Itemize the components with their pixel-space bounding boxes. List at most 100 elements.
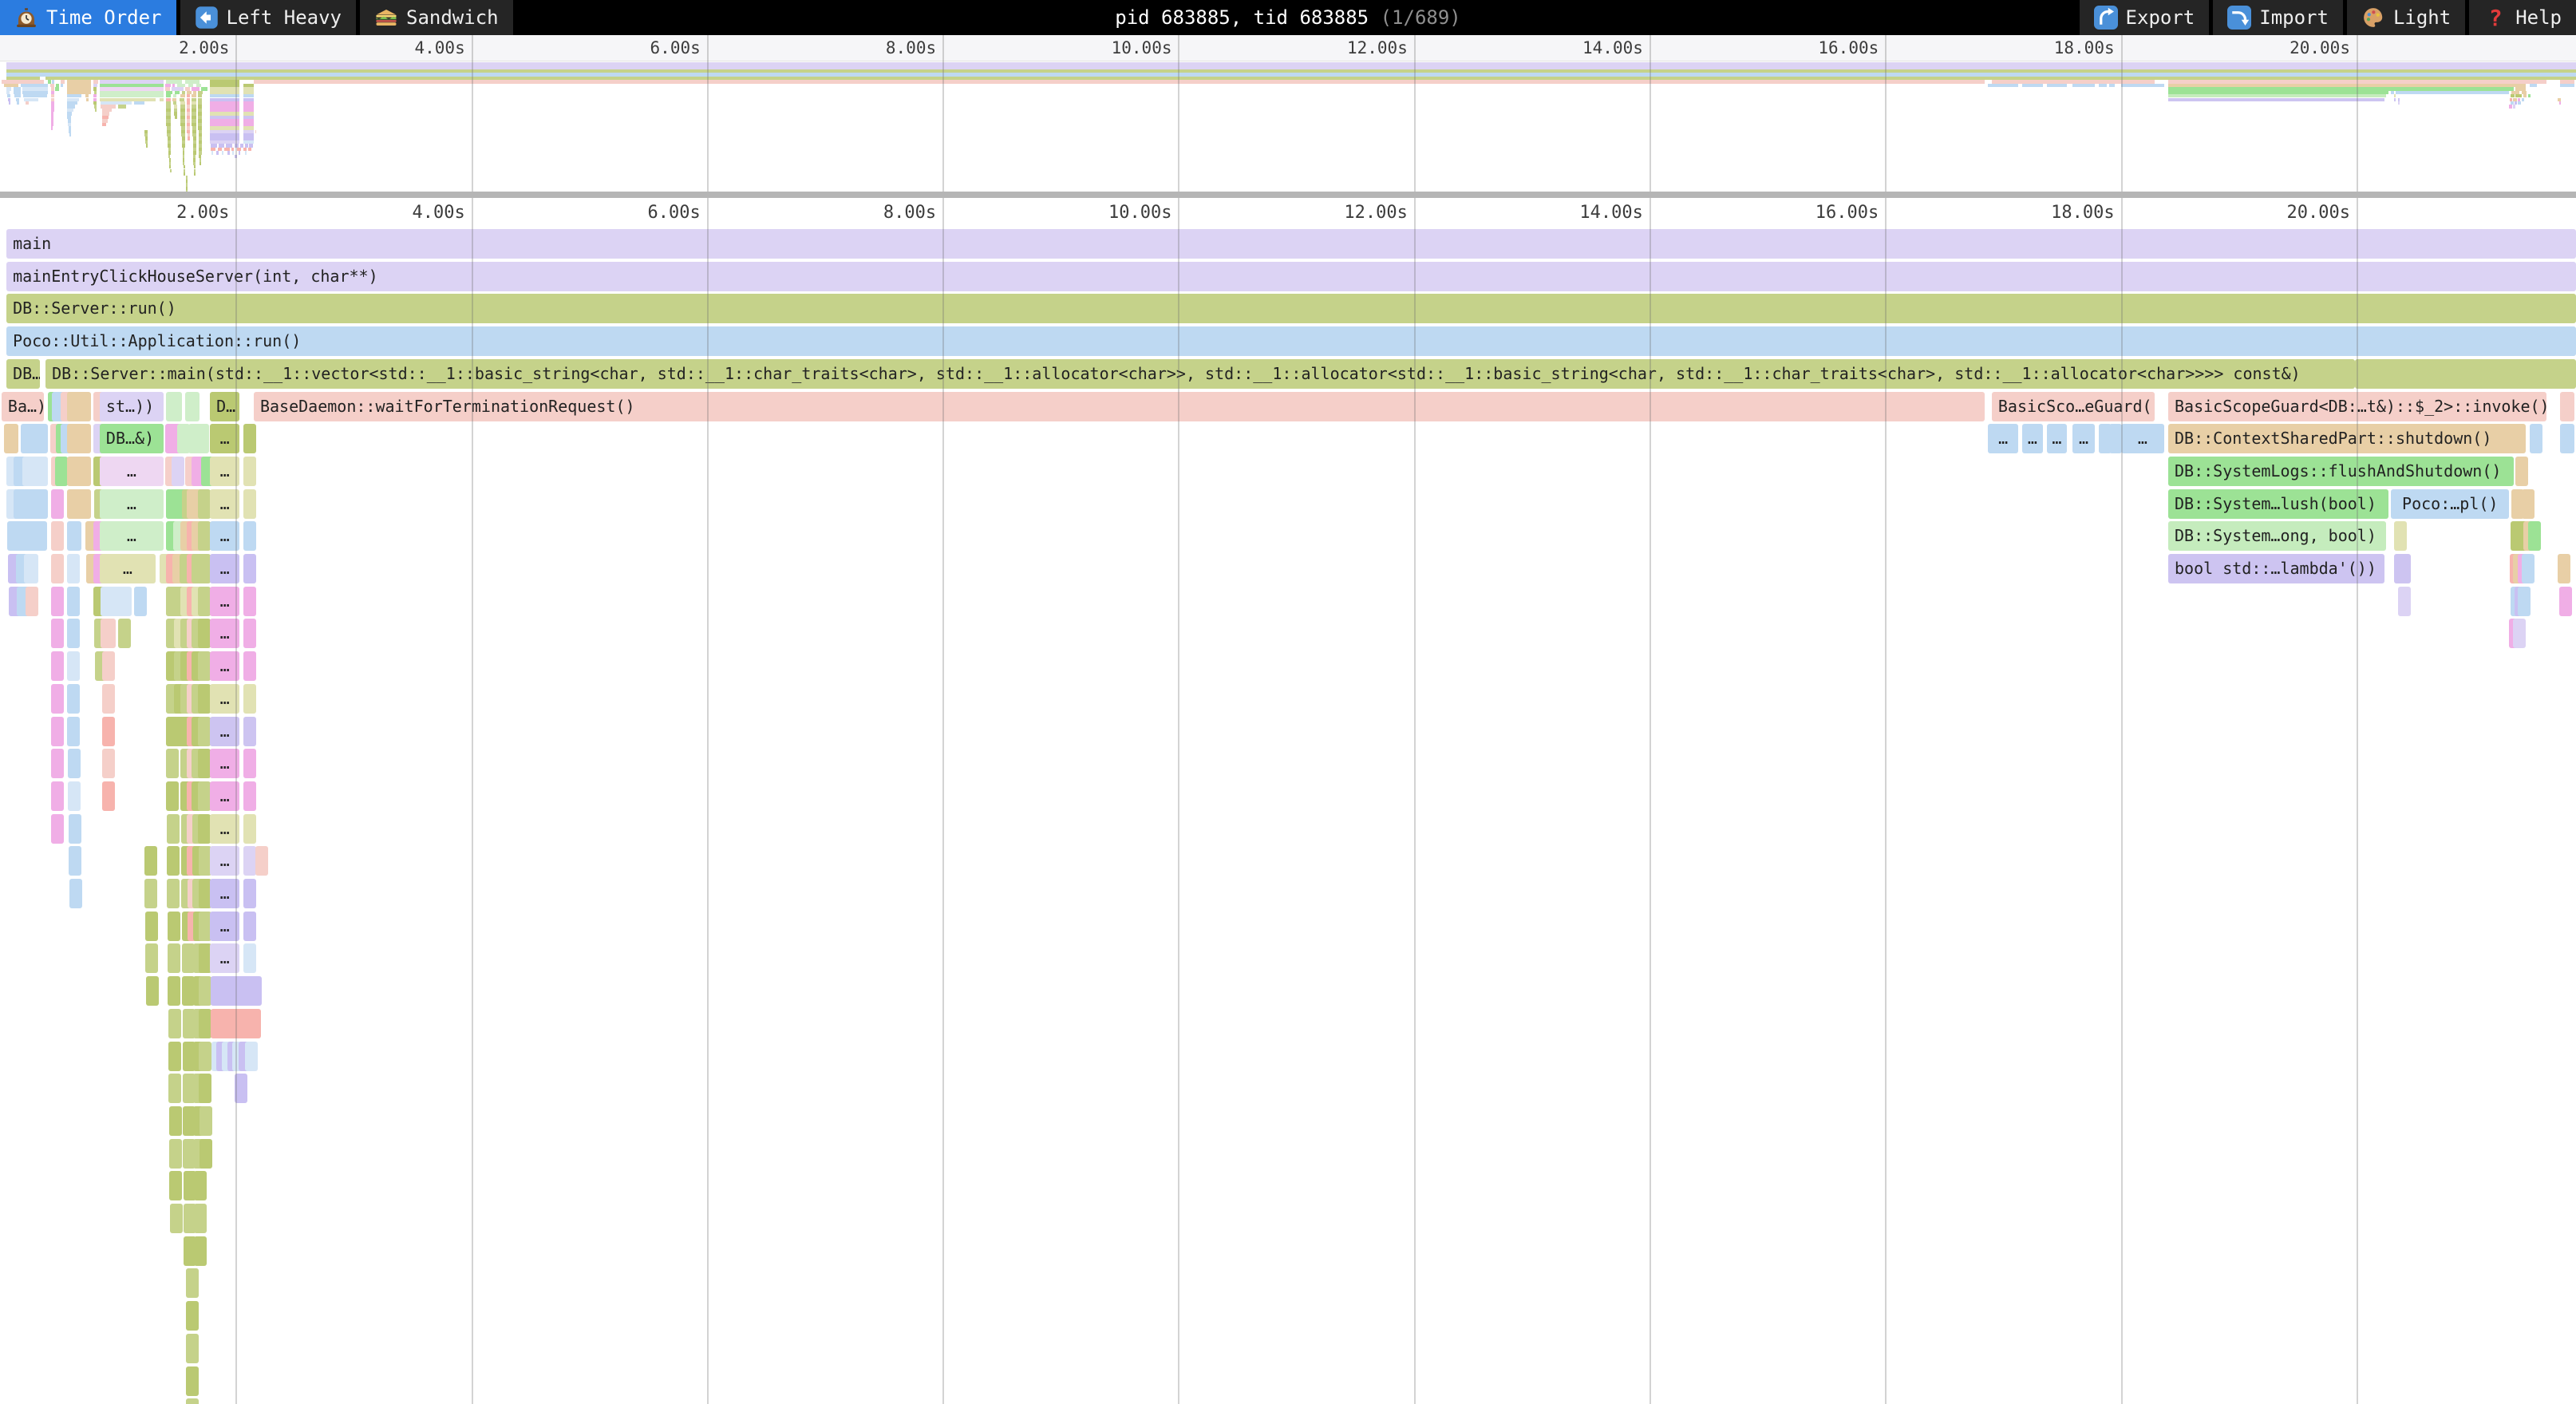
flame-frame[interactable]: … bbox=[210, 814, 239, 844]
flame-frame[interactable] bbox=[2560, 392, 2574, 421]
flame-frame[interactable]: DB::Server::run() bbox=[6, 294, 2576, 323]
flame-frame[interactable] bbox=[51, 521, 64, 551]
flame-frame[interactable]: … bbox=[210, 651, 239, 681]
flame-frame[interactable] bbox=[2530, 424, 2542, 453]
flame-frame[interactable] bbox=[51, 781, 64, 811]
flame-frame[interactable] bbox=[145, 912, 158, 941]
flame-frame[interactable] bbox=[194, 1236, 207, 1266]
flame-frame[interactable] bbox=[69, 879, 82, 908]
flame-frame[interactable] bbox=[68, 749, 81, 778]
flame-frame[interactable] bbox=[67, 424, 91, 453]
flame-frame[interactable] bbox=[243, 717, 256, 746]
export-button[interactable]: Export bbox=[2080, 0, 2210, 35]
minimap[interactable]: 2.00s4.00s6.00s8.00s10.00s12.00s14.00s16… bbox=[0, 35, 2576, 192]
flame-frame[interactable] bbox=[22, 457, 48, 486]
flame-frame[interactable]: … bbox=[210, 489, 239, 519]
flame-frame[interactable] bbox=[186, 1366, 199, 1396]
flame-frame[interactable] bbox=[67, 392, 91, 421]
flame-frame[interactable] bbox=[172, 457, 184, 486]
flame-frame[interactable]: main bbox=[6, 229, 2576, 259]
flame-frame[interactable]: bool std::…lambda'()) bbox=[2168, 554, 2384, 583]
flame-frame[interactable] bbox=[243, 457, 256, 486]
flame-frame[interactable]: DB::ContextSharedPart::shutdown() bbox=[2168, 424, 2526, 453]
flame-frame[interactable] bbox=[145, 943, 158, 973]
flame-frame[interactable] bbox=[255, 846, 268, 876]
flame-frame[interactable] bbox=[186, 1268, 199, 1298]
pane-divider[interactable] bbox=[0, 192, 2576, 198]
flame-frame[interactable] bbox=[198, 781, 211, 811]
flame-frame[interactable] bbox=[249, 976, 262, 1006]
flame-frame[interactable] bbox=[243, 943, 256, 973]
flame-frame[interactable]: … bbox=[210, 554, 239, 583]
flame-frame[interactable] bbox=[55, 457, 68, 486]
flame-frame[interactable] bbox=[24, 554, 38, 583]
flame-frame[interactable] bbox=[2513, 619, 2526, 648]
flame-frame[interactable] bbox=[144, 879, 157, 908]
flame-frame[interactable] bbox=[199, 1009, 211, 1038]
flame-frame[interactable]: … bbox=[2047, 424, 2067, 453]
flame-frame[interactable]: DB::System…lush(bool) bbox=[2168, 489, 2388, 519]
flame-frame[interactable] bbox=[51, 651, 64, 681]
flame-frame[interactable] bbox=[186, 1398, 199, 1404]
flame-frame[interactable] bbox=[168, 912, 180, 941]
flame-frame[interactable]: … bbox=[210, 717, 239, 746]
flame-frame[interactable]: … bbox=[210, 846, 239, 876]
flame-frame[interactable] bbox=[243, 846, 256, 876]
flame-frame[interactable] bbox=[169, 1171, 182, 1200]
flame-frame[interactable] bbox=[166, 392, 182, 421]
flame-frame[interactable] bbox=[69, 814, 81, 844]
flame-frame[interactable]: … bbox=[210, 749, 239, 778]
flame-frame[interactable] bbox=[51, 489, 64, 519]
flame-frame[interactable] bbox=[146, 976, 159, 1006]
flame-frame[interactable]: … bbox=[210, 912, 239, 941]
flame-frame[interactable] bbox=[166, 749, 179, 778]
flame-frame[interactable] bbox=[166, 781, 179, 811]
flame-frame[interactable] bbox=[243, 651, 256, 681]
flame-frame[interactable]: BasicSco…eGuard() bbox=[1992, 392, 2155, 421]
flame-frame[interactable] bbox=[167, 879, 180, 908]
flame-frame[interactable] bbox=[168, 976, 180, 1006]
flame-frame[interactable] bbox=[102, 717, 115, 746]
flame-frame[interactable]: … bbox=[210, 943, 239, 973]
flame-frame[interactable] bbox=[101, 587, 132, 616]
flame-frame[interactable]: BasicScopeGuard<DB:…t&)::$_2>::invoke() bbox=[2168, 392, 2546, 421]
flame-frame[interactable] bbox=[168, 943, 180, 973]
flame-frame[interactable] bbox=[198, 489, 211, 519]
import-button[interactable]: Import bbox=[2213, 0, 2343, 35]
flame-frame[interactable] bbox=[69, 846, 81, 876]
flame-frame[interactable]: … bbox=[210, 684, 239, 714]
flame-frame[interactable] bbox=[200, 1139, 212, 1169]
flame-frame[interactable]: … bbox=[210, 781, 239, 811]
flame-frame[interactable] bbox=[185, 392, 200, 421]
sandwich-button[interactable]: Sandwich bbox=[360, 0, 513, 35]
flame-frame[interactable] bbox=[198, 749, 211, 778]
flame-frame[interactable] bbox=[235, 1074, 247, 1103]
flame-frame[interactable] bbox=[167, 814, 180, 844]
flame-frame[interactable] bbox=[194, 1171, 207, 1200]
flame-frame[interactable]: mainEntryClickHouseServer(int, char**) bbox=[6, 262, 2576, 291]
flame-frame[interactable] bbox=[198, 619, 211, 648]
flame-frame[interactable]: D… bbox=[210, 392, 239, 421]
flame-frame[interactable]: st…)) bbox=[100, 392, 164, 421]
flame-frame[interactable] bbox=[2522, 489, 2535, 519]
flame-frame[interactable]: DB…&) bbox=[100, 424, 164, 453]
flame-frame[interactable]: … bbox=[2072, 424, 2095, 453]
flame-frame[interactable] bbox=[186, 1334, 199, 1363]
flame-frame[interactable] bbox=[102, 781, 115, 811]
flame-frame[interactable] bbox=[170, 1204, 183, 1233]
flame-frame[interactable] bbox=[2394, 521, 2407, 551]
flame-frame[interactable]: DB::System…ong, bool) bbox=[2168, 521, 2386, 551]
flame-frame[interactable] bbox=[51, 554, 64, 583]
flame-frame[interactable] bbox=[243, 879, 256, 908]
flame-frame[interactable] bbox=[198, 717, 211, 746]
flame-frame[interactable] bbox=[194, 1204, 207, 1233]
flame-frame[interactable]: … bbox=[100, 457, 164, 486]
flame-frame[interactable]: Poco:…pl() bbox=[2396, 489, 2509, 519]
flame-frame[interactable] bbox=[243, 424, 256, 453]
flame-frame[interactable] bbox=[243, 814, 256, 844]
flame-frame[interactable] bbox=[67, 587, 80, 616]
flame-frame[interactable] bbox=[186, 1301, 199, 1331]
flame-frame[interactable]: … bbox=[210, 619, 239, 648]
flame-frame[interactable] bbox=[67, 521, 81, 551]
flame-frame[interactable]: … bbox=[100, 521, 164, 551]
